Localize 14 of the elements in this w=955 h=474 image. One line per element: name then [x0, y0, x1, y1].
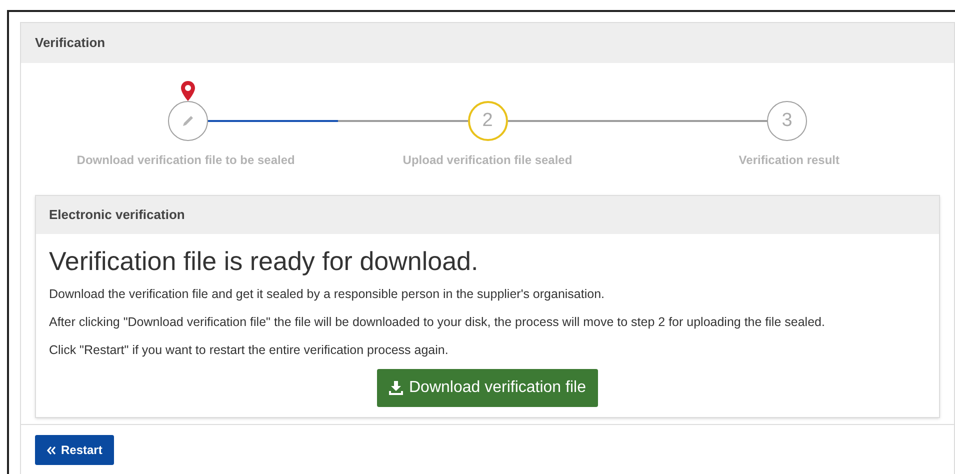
instruction-text: After clicking "Download verification file" the file will be downloaded to your disk, the process will move to step 2 for uploading the file sealed.: [49, 314, 826, 331]
step-label: Upload verification file sealed: [402, 152, 572, 169]
download-button[interactable]: Download verification file: [377, 369, 598, 408]
step-label: Download verification file to be sealed: [76, 152, 295, 169]
step-label: Verification result: [738, 152, 840, 169]
download-icon: [389, 381, 403, 396]
double-chevron-left-icon: [47, 446, 56, 455]
instruction-text: Click "Restart" if you want to restart the entire verification process again.: [49, 342, 450, 359]
instruction-text: Download the verification file and get it sealed by a responsible person in the supplier's organisation.: [49, 286, 606, 303]
pencil-icon: [181, 114, 195, 128]
panel-title: Verification: [21, 23, 954, 63]
card-heading: Verification file is ready for download.: [49, 246, 480, 276]
restart-button[interactable]: Restart: [35, 435, 114, 466]
card-title: Electronic verification: [36, 196, 939, 234]
